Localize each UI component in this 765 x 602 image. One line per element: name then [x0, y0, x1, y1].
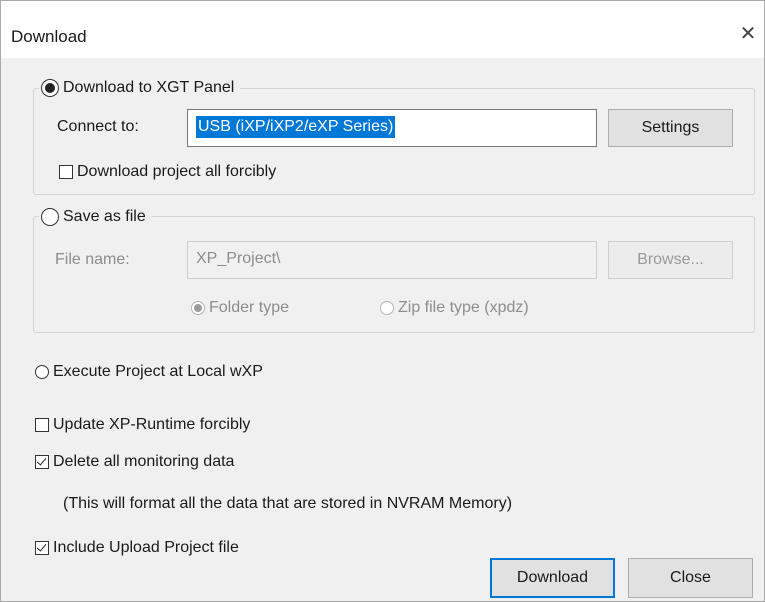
- browse-button[interactable]: Browse...: [608, 241, 733, 279]
- include-upload-option[interactable]: Include Upload Project file: [35, 538, 239, 558]
- download-forcibly-option[interactable]: Download project all forcibly: [59, 162, 276, 182]
- zip-type-option[interactable]: Zip file type (xpdz): [380, 298, 529, 318]
- settings-button[interactable]: Settings: [608, 109, 733, 147]
- download-dialog: Download ✕ Download to XGT Panel Connect…: [0, 0, 765, 602]
- title-bar: Download ✕: [1, 1, 764, 58]
- delete-monitoring-note: (This will format all the data that are …: [63, 495, 513, 512]
- close-button[interactable]: Close: [628, 558, 753, 598]
- execute-local-option[interactable]: Execute Project at Local wXP: [35, 362, 263, 382]
- folder-type-label: Folder type: [209, 299, 290, 316]
- connect-to-field[interactable]: USB (iXP/iXP2/eXP Series): [187, 109, 597, 147]
- folder-type-option[interactable]: Folder type: [191, 298, 289, 318]
- download-forcibly-checkbox[interactable]: [59, 165, 73, 179]
- update-runtime-option[interactable]: Update XP-Runtime forcibly: [35, 415, 250, 435]
- download-to-panel-radio[interactable]: [41, 79, 59, 97]
- download-to-panel-option[interactable]: Download to XGT Panel: [39, 77, 241, 99]
- file-name-field[interactable]: XP_Project\: [187, 241, 597, 279]
- connect-to-value: USB (iXP/iXP2/eXP Series): [196, 116, 396, 138]
- file-name-label: File name:: [55, 251, 130, 268]
- delete-monitoring-checkbox[interactable]: [35, 455, 49, 469]
- execute-local-radio[interactable]: [35, 365, 49, 379]
- download-button[interactable]: Download: [490, 558, 615, 598]
- save-as-file-label: Save as file: [63, 208, 146, 225]
- connect-to-label: Connect to:: [57, 118, 139, 135]
- file-name-value: XP_Project\: [196, 250, 281, 267]
- download-to-panel-label: Download to XGT Panel: [63, 79, 235, 96]
- zip-type-radio[interactable]: [380, 301, 394, 315]
- close-icon[interactable]: ✕: [737, 23, 759, 45]
- delete-monitoring-label: Delete all monitoring data: [53, 453, 235, 470]
- save-as-file-option[interactable]: Save as file: [39, 206, 152, 228]
- delete-monitoring-option[interactable]: Delete all monitoring data: [35, 452, 234, 472]
- zip-type-label: Zip file type (xpdz): [398, 299, 529, 316]
- include-upload-label: Include Upload Project file: [53, 539, 239, 556]
- execute-local-label: Execute Project at Local wXP: [53, 363, 263, 380]
- save-as-file-radio[interactable]: [41, 208, 59, 226]
- include-upload-checkbox[interactable]: [35, 541, 49, 555]
- update-runtime-checkbox[interactable]: [35, 418, 49, 432]
- folder-type-radio[interactable]: [191, 301, 205, 315]
- dialog-title: Download: [11, 27, 87, 46]
- update-runtime-label: Update XP-Runtime forcibly: [53, 416, 251, 433]
- download-forcibly-label: Download project all forcibly: [77, 163, 277, 180]
